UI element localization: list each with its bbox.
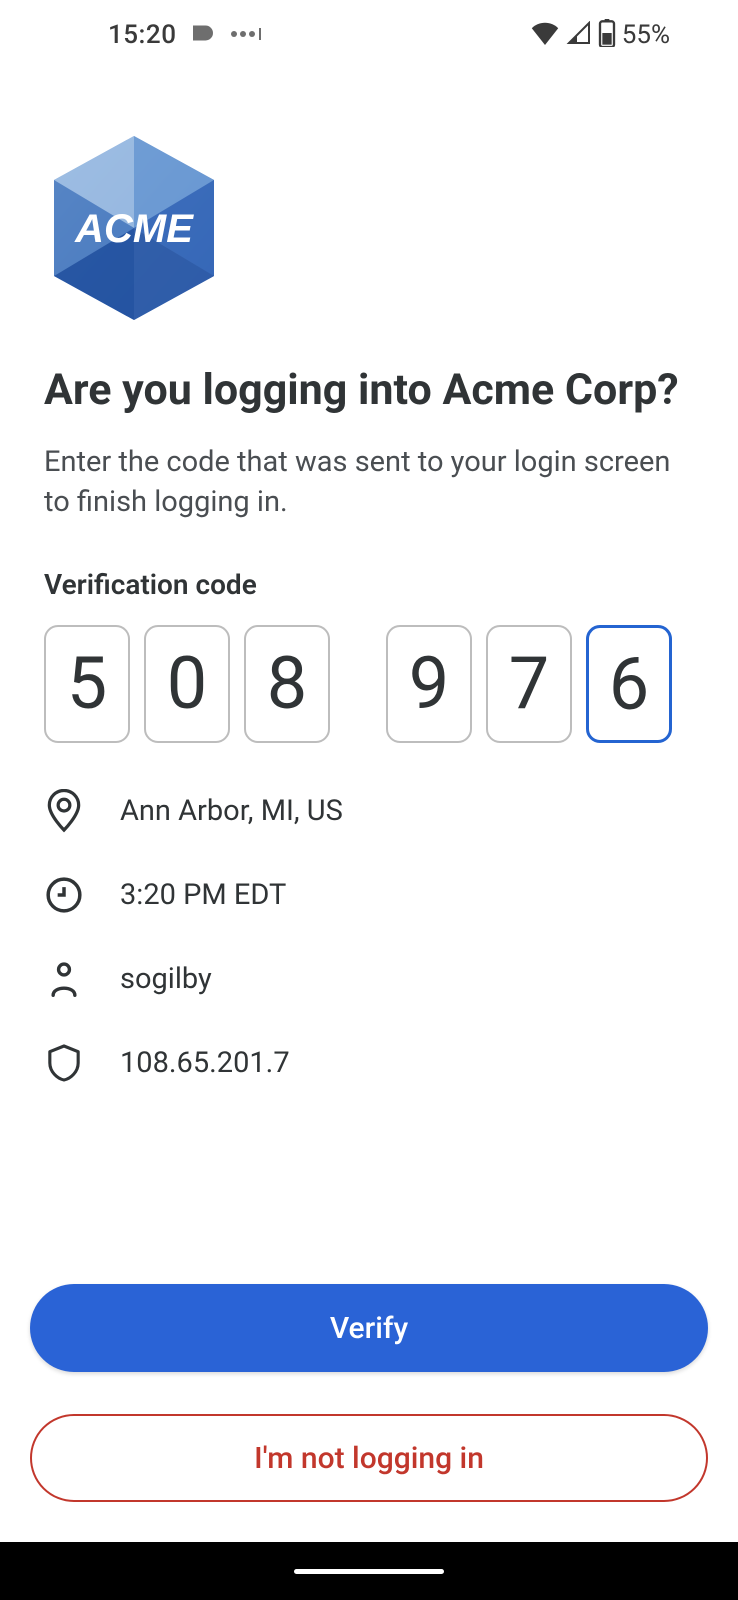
shield-icon <box>44 1043 84 1083</box>
verification-code-inputs: 5 0 8 9 7 6 <box>44 625 694 743</box>
verify-button[interactable]: Verify <box>30 1284 708 1372</box>
status-dots-icon <box>230 26 264 45</box>
deny-button[interactable]: I'm not logging in <box>30 1414 708 1502</box>
battery-percentage: 55% <box>622 20 670 50</box>
user-icon <box>44 959 84 999</box>
status-notification-icon <box>188 18 218 52</box>
status-time: 15:20 <box>108 20 176 50</box>
user-value: sogilby <box>120 962 212 996</box>
code-digit-5[interactable]: 7 <box>486 625 572 743</box>
page-description: Enter the code that was sent to your log… <box>44 443 694 521</box>
battery-icon <box>598 19 616 51</box>
code-digit-3[interactable]: 8 <box>244 625 330 743</box>
code-digit-2[interactable]: 0 <box>144 625 230 743</box>
status-bar: 15:20 55% <box>0 0 738 70</box>
code-digit-4[interactable]: 9 <box>386 625 472 743</box>
ip-value: 108.65.201.7 <box>120 1046 290 1080</box>
detail-user: sogilby <box>44 959 694 999</box>
page-title: Are you logging into Acme Corp? <box>44 366 694 415</box>
verification-code-label: Verification code <box>44 568 694 601</box>
main-content: ACME Are you logging into Acme Corp? Ent… <box>0 70 738 1083</box>
clock-icon <box>44 875 84 915</box>
time-value: 3:20 PM EDT <box>120 878 286 912</box>
action-buttons: Verify I'm not logging in <box>30 1284 708 1502</box>
detail-location: Ann Arbor, MI, US <box>44 791 694 831</box>
system-nav-bar <box>0 1542 738 1600</box>
status-bar-right: 55% <box>530 19 670 51</box>
detail-time: 3:20 PM EDT <box>44 875 694 915</box>
code-digit-1[interactable]: 5 <box>44 625 130 743</box>
location-icon <box>44 791 84 831</box>
location-value: Ann Arbor, MI, US <box>120 794 343 828</box>
nav-handle[interactable] <box>294 1569 444 1574</box>
code-digit-6[interactable]: 6 <box>586 625 672 743</box>
status-bar-left: 15:20 <box>28 18 264 52</box>
svg-text:ACME: ACME <box>74 207 194 251</box>
detail-ip: 108.65.201.7 <box>44 1043 694 1083</box>
signal-icon <box>566 21 592 49</box>
wifi-icon <box>530 21 560 49</box>
company-logo: ACME <box>44 130 694 330</box>
